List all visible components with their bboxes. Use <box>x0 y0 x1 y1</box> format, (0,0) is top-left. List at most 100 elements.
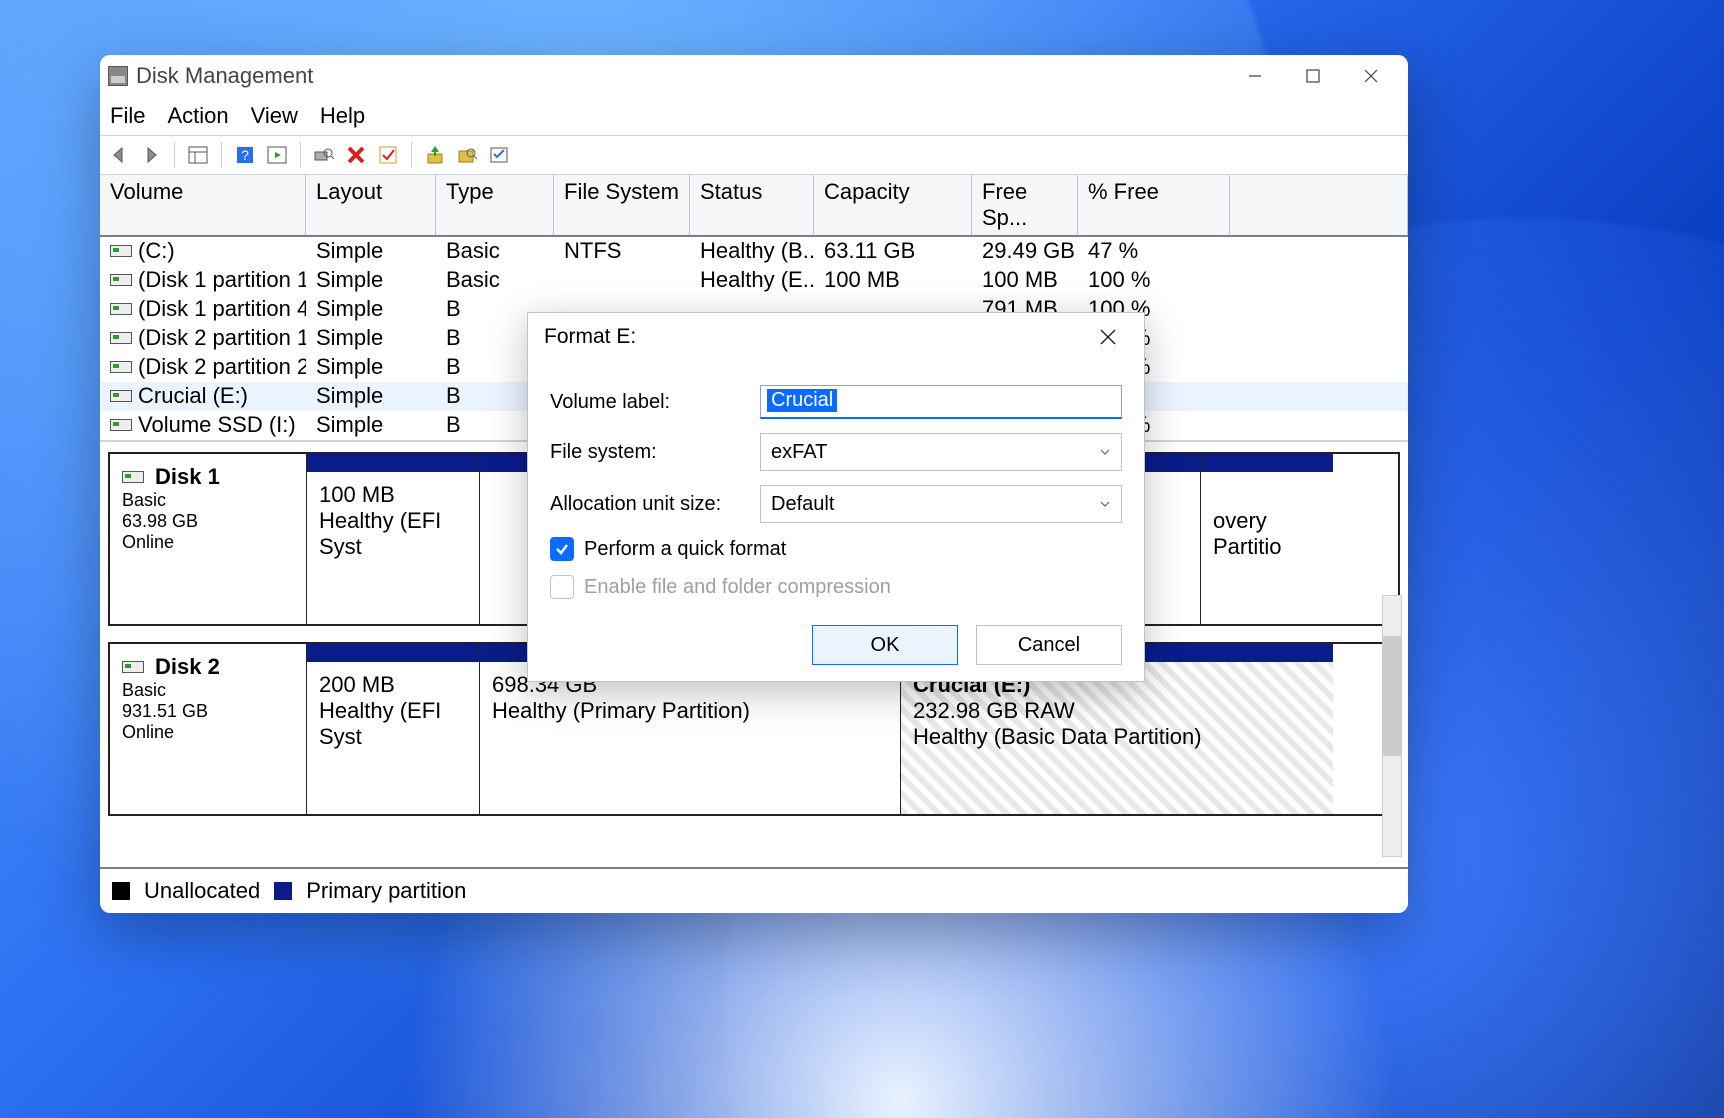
legend-unallocated-label: Unallocated <box>144 878 260 904</box>
legend-primary-label: Primary partition <box>306 878 466 904</box>
partition[interactable]: 100 MBHealthy (EFI Syst <box>307 454 480 624</box>
cancel-button[interactable]: Cancel <box>976 625 1122 665</box>
col-status[interactable]: Status <box>690 175 814 235</box>
cell: Basic <box>436 266 554 294</box>
col-freespace[interactable]: Free Sp... <box>972 175 1078 235</box>
volume-label-label: Volume label: <box>550 391 760 414</box>
tree-view-icon[interactable] <box>185 142 211 168</box>
check-icon[interactable] <box>375 142 401 168</box>
checkbox-checked-icon <box>550 537 574 561</box>
help-icon[interactable]: ? <box>232 142 258 168</box>
disk-icon <box>122 471 144 483</box>
disk-header[interactable]: Disk 1Basic63.98 GBOnline <box>110 454 307 624</box>
volume-grid-header: Volume Layout Type File System Status Ca… <box>100 175 1408 237</box>
dialog-titlebar[interactable]: Format E: <box>528 313 1144 361</box>
cell: 100 % <box>1078 266 1230 294</box>
cell: Simple <box>306 353 436 381</box>
cell: 100 MB <box>814 266 972 294</box>
menu-action[interactable]: Action <box>167 103 228 129</box>
zoom-icon[interactable] <box>311 142 337 168</box>
legend-unallocated-swatch <box>112 882 130 900</box>
format-dialog: Format E: Volume label: Crucial File sys… <box>527 312 1145 682</box>
properties-icon[interactable] <box>486 142 512 168</box>
toolbar: ? <box>100 136 1408 175</box>
menu-help[interactable]: Help <box>320 103 365 129</box>
chevron-down-icon <box>1099 498 1111 510</box>
disk-icon <box>110 419 132 431</box>
cell: Crucial (E:) <box>100 382 306 410</box>
compression-checkbox[interactable]: Enable file and folder compression <box>550 575 1122 599</box>
window-title: Disk Management <box>136 63 313 89</box>
close-button[interactable] <box>1342 55 1400 97</box>
filesystem-select[interactable]: exFAT <box>760 433 1122 471</box>
disk-header[interactable]: Disk 2Basic931.51 GBOnline <box>110 644 307 814</box>
col-layout[interactable]: Layout <box>306 175 436 235</box>
col-capacity[interactable]: Capacity <box>814 175 972 235</box>
cell: NTFS <box>554 237 690 265</box>
disk-icon <box>110 303 132 315</box>
partition[interactable]: 200 MBHealthy (EFI Syst <box>307 644 480 814</box>
forward-arrow-icon[interactable] <box>138 142 164 168</box>
volume-label-input[interactable]: Crucial <box>760 385 1122 419</box>
menu-file[interactable]: File <box>110 103 145 129</box>
ok-button[interactable]: OK <box>812 625 958 665</box>
cell: (Disk 2 partition 2) <box>100 353 306 381</box>
cell: 63.11 GB <box>814 237 972 265</box>
cell: Simple <box>306 237 436 265</box>
search-folder-icon[interactable] <box>454 142 480 168</box>
back-arrow-icon[interactable] <box>106 142 132 168</box>
disk-icon <box>110 390 132 402</box>
disk-icon <box>110 245 132 257</box>
cell: (Disk 1 partition 4) <box>100 295 306 323</box>
maximize-button[interactable] <box>1284 55 1342 97</box>
col-type[interactable]: Type <box>436 175 554 235</box>
allocation-unit-select[interactable]: Default <box>760 485 1122 523</box>
menu-view[interactable]: View <box>251 103 298 129</box>
svg-text:?: ? <box>241 147 249 163</box>
menubar: File Action View Help <box>100 97 1408 136</box>
col-pctfree[interactable]: % Free <box>1078 175 1230 235</box>
disk-scrollbar[interactable] <box>1382 595 1402 857</box>
col-filesystem[interactable]: File System <box>554 175 690 235</box>
legend: Unallocated Primary partition <box>100 867 1408 913</box>
cell: Simple <box>306 382 436 410</box>
play-list-icon[interactable] <box>264 142 290 168</box>
cell: Healthy (B... <box>690 237 814 265</box>
cell: (C:) <box>100 237 306 265</box>
col-spacer <box>1230 175 1408 235</box>
cell: Basic <box>436 237 554 265</box>
compression-label: Enable file and folder compression <box>584 576 891 599</box>
upload-icon[interactable] <box>422 142 448 168</box>
cell: Simple <box>306 266 436 294</box>
cell: Healthy (E... <box>690 266 814 294</box>
cell <box>554 266 690 294</box>
cell: 29.49 GB <box>972 237 1078 265</box>
quick-format-checkbox[interactable]: Perform a quick format <box>550 537 1122 561</box>
cell: (Disk 1 partition 1) <box>100 266 306 294</box>
cell: Simple <box>306 295 436 323</box>
volume-row[interactable]: (C:)SimpleBasicNTFSHealthy (B...63.11 GB… <box>100 237 1408 266</box>
filesystem-label: File system: <box>550 441 760 464</box>
delete-x-icon[interactable] <box>343 142 369 168</box>
disk-icon <box>110 332 132 344</box>
cell: Simple <box>306 411 436 439</box>
volume-row[interactable]: (Disk 1 partition 1)SimpleBasic Healthy (… <box>100 266 1408 295</box>
cell: (Disk 2 partition 1) <box>100 324 306 352</box>
minimize-button[interactable] <box>1226 55 1284 97</box>
app-icon <box>108 66 128 86</box>
legend-primary-swatch <box>274 882 292 900</box>
disk-icon <box>122 661 144 673</box>
chevron-down-icon <box>1099 446 1111 458</box>
titlebar[interactable]: Disk Management <box>100 55 1408 97</box>
disk-icon <box>110 361 132 373</box>
cell: Volume SSD (I:) <box>100 411 306 439</box>
quick-format-label: Perform a quick format <box>584 538 786 561</box>
disk-icon <box>110 274 132 286</box>
allocation-unit-label: Allocation unit size: <box>550 493 760 516</box>
dialog-title: Format E: <box>544 325 636 349</box>
cell: 47 % <box>1078 237 1230 265</box>
dialog-close-button[interactable] <box>1088 317 1128 357</box>
partition[interactable]: overy Partitio <box>1201 454 1333 624</box>
cell: Simple <box>306 324 436 352</box>
col-volume[interactable]: Volume <box>100 175 306 235</box>
